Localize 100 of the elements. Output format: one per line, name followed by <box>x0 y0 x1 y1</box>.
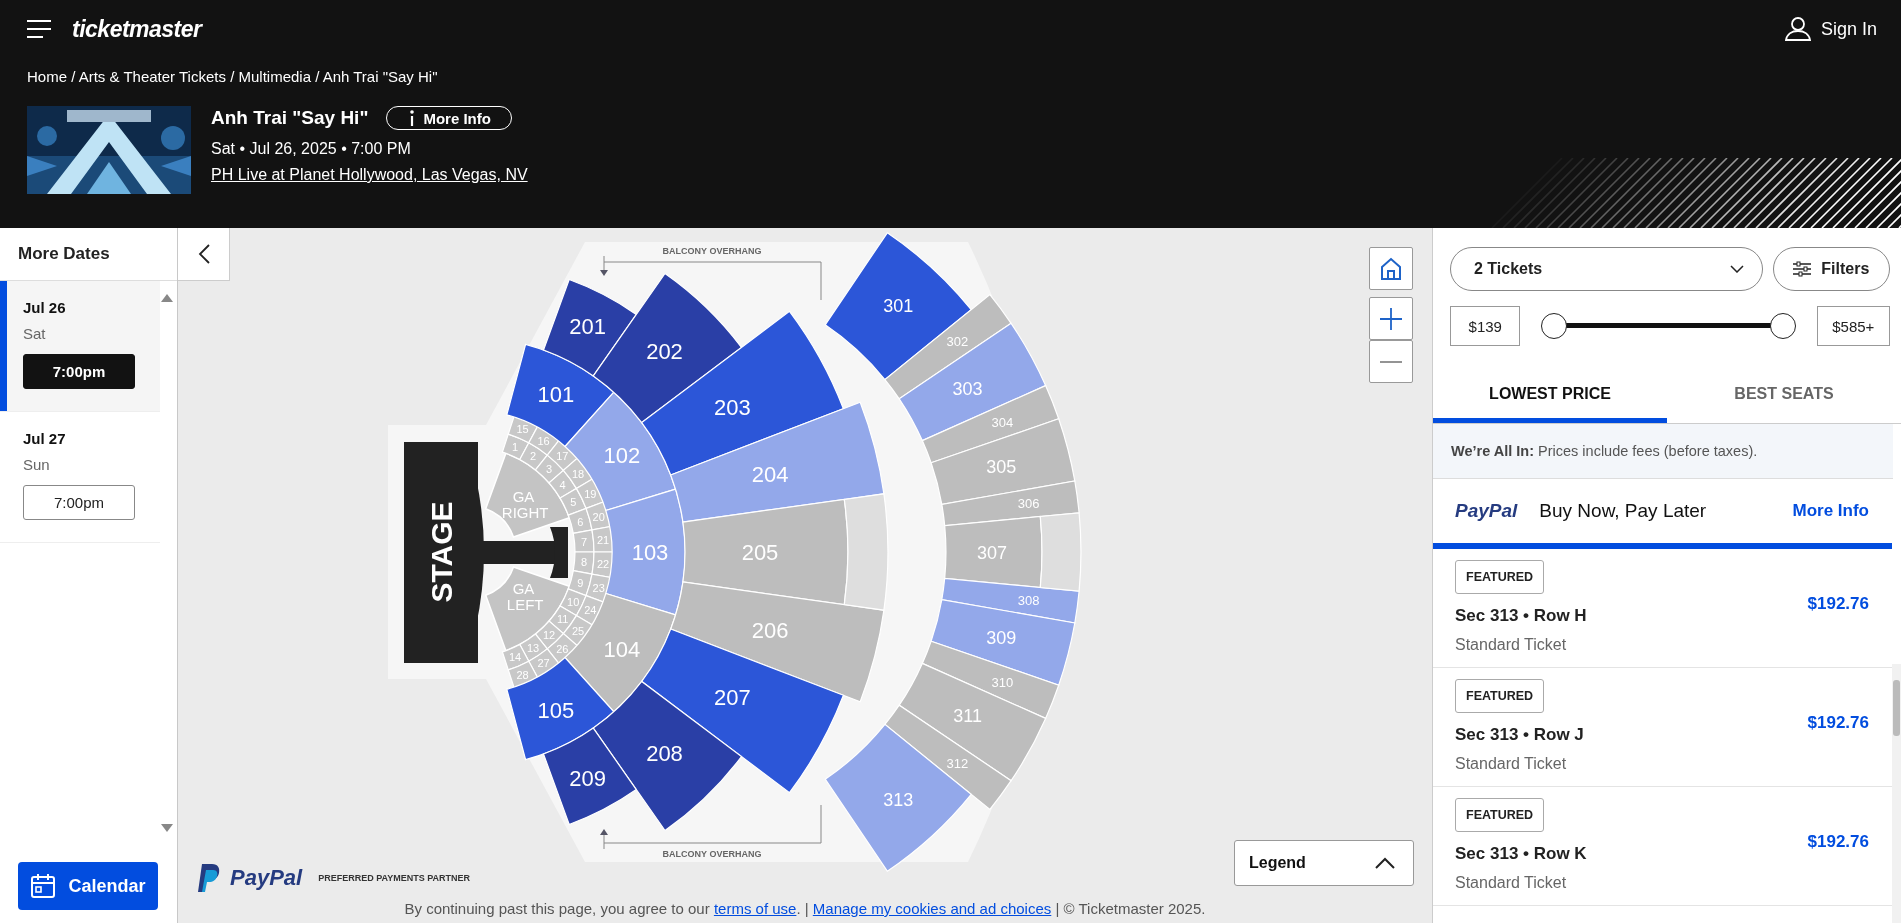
featured-badge: FEATURED <box>1455 798 1545 832</box>
min-price-field[interactable]: $139 <box>1450 306 1521 346</box>
section-label: 310 <box>991 674 1014 690</box>
calendar-button[interactable]: Calendar <box>18 862 158 910</box>
scroll-down-icon[interactable] <box>161 824 173 832</box>
seat-info: Sec 313 • Row H <box>1455 606 1587 626</box>
seat-section[interactable] <box>884 294 1012 400</box>
price-slider[interactable] <box>1541 313 1796 339</box>
date-label: Jul 27 <box>23 430 67 447</box>
featured-badge: FEATURED <box>1455 679 1545 713</box>
info-icon <box>409 110 416 126</box>
section-label: 312 <box>946 755 969 771</box>
section-label: 301 <box>883 295 914 316</box>
section-label: 308 <box>1017 593 1040 609</box>
section-label: 209 <box>569 766 607 792</box>
seat-section[interactable] <box>898 322 1047 442</box>
section-label: 313 <box>883 789 914 810</box>
section-label: 205 <box>741 539 779 565</box>
footer-notice: By continuing past this page, you agree to our terms of use. | Manage my cookies and ad choices | © Ticketmaster 2025. <box>403 900 1207 917</box>
venue-link[interactable]: PH Live at Planet Hollywood, Las Vegas, NV <box>211 166 528 184</box>
overhang-label: BALCONY OVERHANG <box>662 246 762 256</box>
section-label: 309 <box>986 627 1017 648</box>
ticket-quantity-dropdown[interactable]: 2 Tickets <box>1450 247 1763 291</box>
ga-label: GA RIGHT <box>501 487 549 521</box>
ticket-type: Standard Ticket <box>1455 636 1568 654</box>
calendar-icon <box>30 873 57 899</box>
scrollbar[interactable] <box>1892 664 1901 923</box>
paypal-offer: Buy Now, Pay Later <box>1539 500 1707 522</box>
section-label: 103 <box>631 539 669 565</box>
seat-section[interactable] <box>670 581 885 703</box>
paypal-logo: PayPal <box>1455 500 1518 522</box>
featured-badge: FEATURED <box>1455 560 1545 594</box>
menu-icon[interactable] <box>26 20 52 38</box>
sort-tab[interactable]: BEST SEATS <box>1667 369 1901 423</box>
section-label: 202 <box>646 338 683 364</box>
date-label: Jul 26 <box>23 299 67 316</box>
section-label: 102 <box>603 443 641 469</box>
event-title: Anh Trai "Say Hi" <box>211 107 369 129</box>
breadcrumb[interactable]: Home / Arts & Theater Tickets / Multimedia / Anh Trai "Say Hi" <box>27 68 1901 88</box>
legend-dropdown[interactable]: Legend <box>1234 840 1414 886</box>
person-icon <box>1784 17 1811 41</box>
paypal-logo: PayPal <box>230 865 303 891</box>
seat-info: Sec 313 • Row J <box>1455 725 1584 745</box>
chevron-left-icon <box>197 244 210 264</box>
section-label: 307 <box>977 542 1007 563</box>
max-price-field[interactable]: $585+ <box>1816 306 1890 346</box>
sliders-icon <box>1793 261 1812 277</box>
section-label: 101 <box>537 381 575 407</box>
stage-label: STAGE <box>425 501 458 603</box>
filters-button[interactable]: Filters <box>1772 247 1890 291</box>
section-label: 201 <box>569 313 607 339</box>
slider-thumb[interactable] <box>1769 313 1796 339</box>
slider-thumb[interactable] <box>1541 313 1568 339</box>
section-label: 305 <box>986 457 1017 478</box>
plus-icon <box>1379 306 1403 331</box>
ticket-type: Standard Ticket <box>1455 755 1568 773</box>
event-date: Sat • Jul 26, 2025 • 7:00 PM <box>211 140 412 158</box>
listing-row[interactable]: FEATURED Sec 313 • Row H Standard Ticket $192.76 <box>1433 549 1892 668</box>
section-label: 104 <box>603 636 641 662</box>
section-label: 206 <box>751 617 789 643</box>
day-label: Sat <box>23 325 47 342</box>
day-label: Sun <box>23 456 51 473</box>
section-label: 306 <box>1017 496 1040 512</box>
chevron-down-icon <box>1729 265 1744 273</box>
ticket-price: $192.76 <box>1807 832 1869 853</box>
seat-section[interactable] <box>542 278 637 377</box>
fees-notice: We’re All In: Prices include fees (before taxes). <box>1433 424 1893 479</box>
caret-up-icon <box>1375 857 1395 869</box>
section-label: 208 <box>646 741 683 767</box>
more-info-link[interactable]: More Info <box>1792 501 1869 521</box>
section-label: 207 <box>714 685 751 711</box>
section-label: 302 <box>946 333 969 349</box>
footer-link[interactable]: Manage my cookies and ad choices <box>812 900 1052 917</box>
ticket-price: $192.76 <box>1807 713 1869 734</box>
seat-section[interactable] <box>542 727 637 826</box>
section-label: 203 <box>714 394 751 420</box>
overhang-label: BALCONY OVERHANG <box>662 849 762 859</box>
date-item[interactable]: Jul 26 Sat 7:00pm <box>0 281 160 412</box>
time-button[interactable]: 7:00pm <box>23 485 135 520</box>
house-icon <box>1380 256 1402 281</box>
ticketmaster-logo[interactable]: ticketmaster <box>72 15 202 43</box>
footer-link[interactable]: terms of use <box>713 900 797 917</box>
zoom-in-button[interactable] <box>1369 297 1413 340</box>
ticket-type: Standard Ticket <box>1455 874 1568 892</box>
seat-section[interactable] <box>824 232 972 381</box>
section-label: 105 <box>537 698 575 724</box>
minus-icon <box>1379 359 1403 364</box>
scroll-up-icon[interactable] <box>161 294 173 302</box>
paypal-mark-icon <box>198 864 220 892</box>
seat-info: Sec 313 • Row K <box>1455 844 1587 864</box>
home-view-button[interactable] <box>1369 247 1413 290</box>
partner-label: PREFERRED PAYMENTS PARTNER <box>318 873 471 883</box>
section-label: 303 <box>952 378 983 399</box>
time-button[interactable]: 7:00pm <box>23 354 135 389</box>
collapse-button[interactable] <box>178 228 230 281</box>
sign-in-button[interactable]: Sign In <box>1784 17 1877 41</box>
ticket-price: $192.76 <box>1807 594 1869 615</box>
seat-section[interactable] <box>670 401 885 523</box>
section-label: 311 <box>953 706 982 727</box>
zoom-out-button[interactable] <box>1369 340 1413 383</box>
